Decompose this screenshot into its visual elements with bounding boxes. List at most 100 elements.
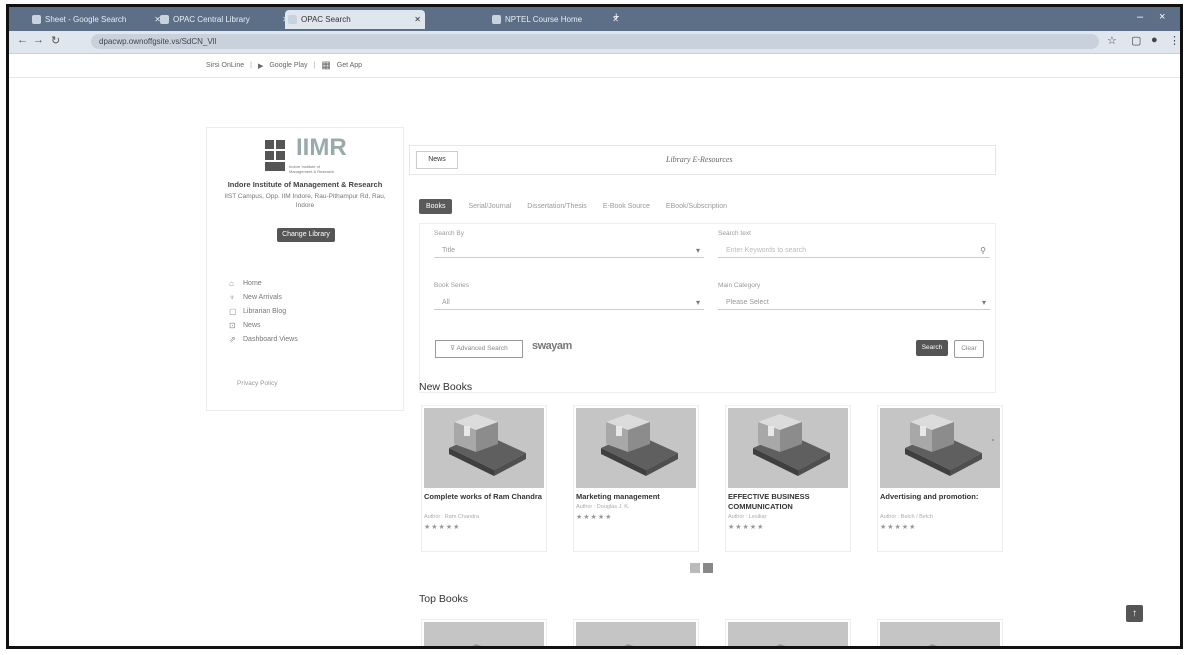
tab-serial-journal[interactable]: Serial/Journal <box>468 203 511 210</box>
pager-dot[interactable] <box>690 563 700 573</box>
new-books-heading: New Books <box>419 381 473 393</box>
sidebar-item-new-arrivals[interactable]: ♆ New Arrivals <box>229 290 298 304</box>
browser-menu-icon[interactable]: ⋮ <box>1169 34 1180 47</box>
book-cover-image <box>728 622 848 646</box>
book-author: Author : Ram Chandra <box>424 514 480 520</box>
main-content: News Library E-Resources Books Serial/Jo… <box>409 127 1003 646</box>
news-label: News <box>416 151 458 169</box>
book-title[interactable]: Advertising and promotion: <box>880 492 998 502</box>
book-card[interactable] <box>421 619 547 646</box>
sidebar-item-news[interactable]: ⊡ News <box>229 318 298 332</box>
search-by-label: Search By <box>434 230 464 237</box>
home-icon: ⌂ <box>229 278 234 288</box>
book-card[interactable] <box>573 619 699 646</box>
tab-books[interactable]: Books <box>419 199 453 214</box>
new-books-list: Complete works of Ram Chandra Author : R… <box>421 405 1003 552</box>
advanced-search-button[interactable]: ⊽ Advanced Search <box>435 340 523 358</box>
google-play-link[interactable]: Google Play <box>269 62 307 69</box>
main-category-label: Main Category <box>718 282 761 289</box>
top-books-heading: Top Books <box>419 593 469 605</box>
book-cover-image <box>728 408 848 488</box>
tab-ebook-source[interactable]: E-Book Source <box>603 203 650 210</box>
bookmark-star-icon[interactable]: ☆ <box>1107 34 1117 47</box>
book-title[interactable]: EFFECTIVE BUSINESS COMMUNICATION <box>728 492 846 512</box>
book-cover-image <box>880 408 1000 488</box>
minimize-icon[interactable]: – <box>1137 11 1143 23</box>
carousel-pager <box>690 563 713 573</box>
qr-code-icon: ▦ <box>321 60 331 71</box>
sidebar-item-home[interactable]: ⌂ Home <box>229 276 298 290</box>
forward-icon[interactable]: → <box>33 34 44 46</box>
main-category-select[interactable]: Please Select ▾ <box>718 296 990 310</box>
change-library-button[interactable]: Change Library <box>277 228 335 242</box>
clear-button[interactable]: Clear <box>954 340 984 358</box>
institute-logo: IIMR Indore Institute of Management & Re… <box>263 134 347 176</box>
sidebar: IIMR Indore Institute of Management & Re… <box>206 127 404 411</box>
browser-tab-4[interactable]: NPTEL Course Home ✕ <box>489 10 623 29</box>
divider: | <box>313 62 316 69</box>
book-card[interactable]: EFFECTIVE BUSINESS COMMUNICATION Author … <box>725 405 851 552</box>
tab-favicon-icon <box>32 15 41 24</box>
sidebar-item-dashboard[interactable]: ⇗ Dashboard Views <box>229 332 298 346</box>
tab-close-icon[interactable]: ✕ <box>414 10 421 29</box>
browser-tab-3-active[interactable]: OPAC Search ✕ <box>285 10 425 29</box>
search-icon[interactable]: ⚲ <box>980 244 986 258</box>
browser-tab-2[interactable]: OPAC Central Library ✕ <box>157 10 293 29</box>
book-rating-stars: ★★★★★ <box>424 524 461 531</box>
news-icon: ⊡ <box>229 320 236 330</box>
reload-icon[interactable]: ↻ <box>51 34 60 47</box>
sirsi-online-link[interactable]: Sirsi OnLine <box>206 62 244 69</box>
search-by-select[interactable]: Title ▾ <box>434 244 704 258</box>
address-bar: ← → ↻ dpacwp.ownoffgsite.vs/SdCN_Vll ☆ ▢… <box>9 31 1180 54</box>
browser-window: Sheet - Google Search ✕ OPAC Central Lib… <box>6 4 1183 649</box>
tab-favicon-icon <box>288 15 297 24</box>
book-author: Author : Douglas J. K. <box>576 504 630 510</box>
book-card[interactable]: Complete works of Ram Chandra Author : R… <box>421 405 547 552</box>
arrival-icon: ♆ <box>229 292 235 302</box>
book-cover-image <box>576 408 696 488</box>
book-series-select[interactable]: All ▾ <box>434 296 704 310</box>
search-text-label: Search text <box>718 230 751 237</box>
book-title[interactable]: Marketing management <box>576 492 694 502</box>
filter-icon: ⊽ <box>450 345 455 352</box>
extensions-icon[interactable]: ▢ <box>1131 34 1141 47</box>
tab-ebook-subscription[interactable]: EBook/Subscription <box>666 203 727 210</box>
book-card[interactable] <box>725 619 851 646</box>
book-rating-stars: ★★★★★ <box>728 524 765 531</box>
search-text-input[interactable]: Enter Keywords to search ⚲ <box>718 244 990 258</box>
news-text-link[interactable]: Library E-Resources <box>666 155 733 164</box>
search-button[interactable]: Search <box>916 340 948 356</box>
search-form: Search By Title ▾ Search text Enter Keyw… <box>419 223 996 393</box>
profile-icon[interactable]: ● <box>1151 34 1158 46</box>
sidebar-item-librarian-blog[interactable]: ▢ Librarian Blog <box>229 304 298 318</box>
book-author: Author : Lesikar <box>728 514 767 520</box>
tab-dissertation-thesis[interactable]: Dissertation/Thesis <box>527 203 587 210</box>
browser-tab-1[interactable]: Sheet - Google Search ✕ <box>29 10 165 29</box>
get-app-link[interactable]: Get App <box>337 62 362 69</box>
swayam-logo[interactable]: swayam <box>530 334 578 356</box>
new-tab-icon[interactable]: + <box>613 11 619 23</box>
pager-dot-active[interactable] <box>703 563 713 573</box>
privacy-policy-link[interactable]: Privacy Policy <box>237 380 277 387</box>
scroll-to-top-button[interactable]: ↑ <box>1126 605 1143 622</box>
url-input[interactable]: dpacwp.ownoffgsite.vs/SdCN_Vll <box>91 34 1099 49</box>
carousel-next-indicator <box>992 439 994 441</box>
book-card[interactable]: Advertising and promotion: Author : Belc… <box>877 405 1003 552</box>
header-divider <box>9 77 1180 78</box>
back-icon[interactable]: ← <box>17 34 28 46</box>
book-card[interactable]: Marketing management Author : Douglas J.… <box>573 405 699 552</box>
book-title[interactable]: Complete works of Ram Chandra <box>424 492 542 502</box>
book-card[interactable] <box>877 619 1003 646</box>
divider: | <box>250 62 252 69</box>
institute-address: IIST Campus, Opp. IIM Indore, Rau-Pitham… <box>224 193 386 209</box>
book-rating-stars: ★★★★★ <box>576 514 613 521</box>
dashboard-icon: ⇗ <box>229 334 236 344</box>
chevron-down-icon: ▾ <box>695 298 700 307</box>
news-ticker: News Library E-Resources <box>409 145 996 175</box>
book-cover-image <box>880 622 1000 646</box>
close-window-icon[interactable]: × <box>1159 11 1165 23</box>
browser-tab-bar: Sheet - Google Search ✕ OPAC Central Lib… <box>9 7 1180 31</box>
chevron-down-icon: ▾ <box>695 246 700 255</box>
book-cover-image <box>424 408 544 488</box>
book-author: Author : Belch / Belch <box>880 514 933 520</box>
